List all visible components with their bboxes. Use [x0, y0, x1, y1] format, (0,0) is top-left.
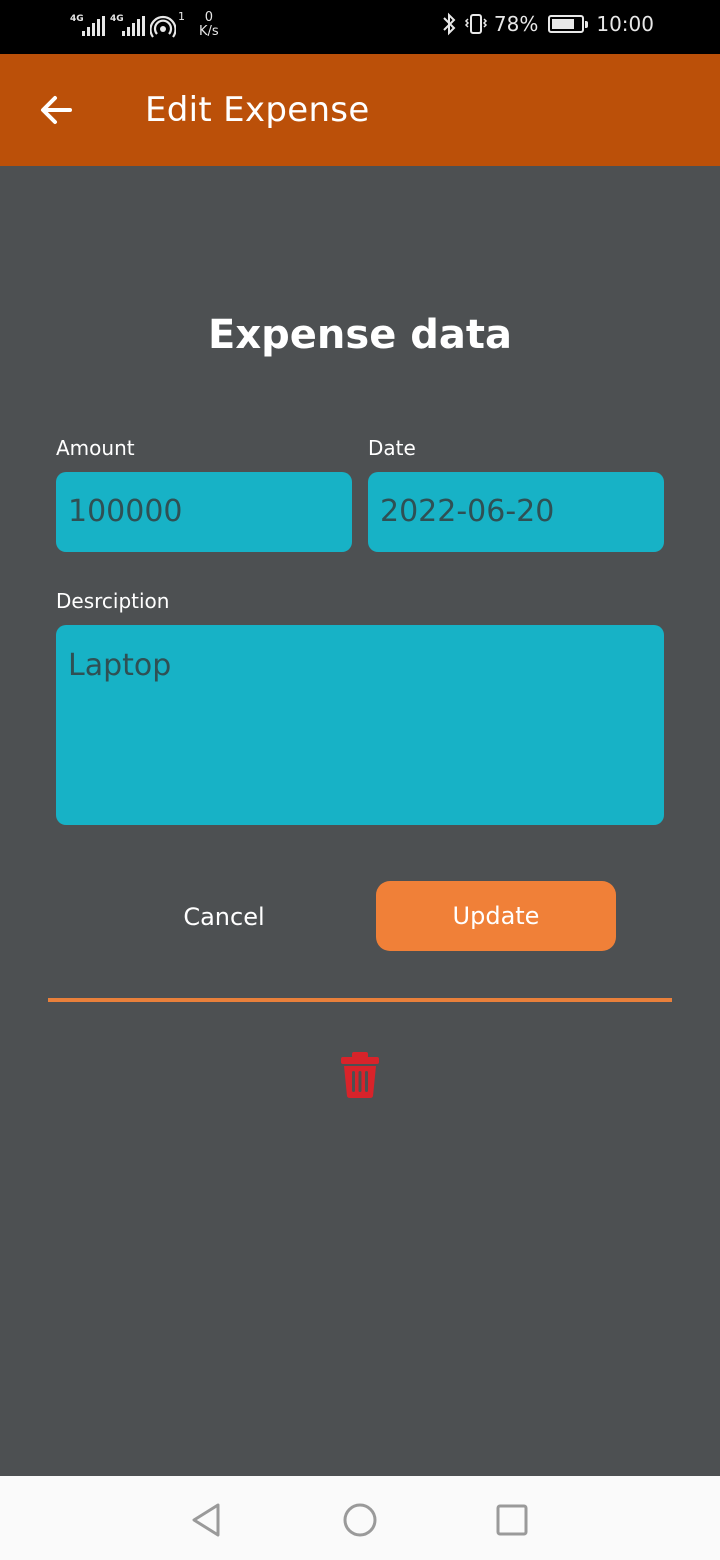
battery-percent: 78%	[493, 12, 539, 36]
network-speed: 0 K/s	[199, 11, 219, 39]
amount-field[interactable]	[56, 472, 352, 552]
status-left: 4G 4G 1 0 K/s	[70, 10, 219, 44]
triangle-back-icon[interactable]	[186, 1500, 226, 1540]
description-label: Desrciption	[56, 589, 170, 613]
signal-icon-2: 4G	[110, 10, 145, 40]
signal-icon-1: 4G	[70, 10, 105, 40]
divider	[48, 998, 672, 1002]
page-title: Edit Expense	[145, 90, 370, 130]
battery-icon	[548, 15, 589, 33]
status-right: 78% 10:00	[440, 12, 654, 36]
speed-unit: K/s	[199, 24, 219, 39]
square-recents-icon[interactable]	[492, 1500, 532, 1540]
trash-icon[interactable]	[340, 1050, 380, 1100]
circle-home-icon[interactable]	[340, 1500, 380, 1540]
speed-value: 0	[204, 10, 213, 25]
arrow-left-icon[interactable]	[36, 90, 76, 130]
sim-badge: 1	[178, 10, 185, 23]
status-bar: 4G 4G 1 0 K/s 78% 10:00	[0, 0, 720, 54]
hotspot-icon	[150, 15, 176, 38]
description-field[interactable]: Laptop	[56, 625, 664, 825]
app-bar: Edit Expense	[0, 54, 720, 166]
update-button[interactable]: Update	[376, 881, 616, 951]
date-label: Date	[368, 436, 416, 460]
amount-label: Amount	[56, 436, 135, 460]
date-field[interactable]	[368, 472, 664, 552]
vibrate-icon	[464, 14, 487, 34]
bluetooth-icon	[443, 12, 456, 36]
battery-fill	[552, 19, 575, 29]
cancel-button[interactable]: Cancel	[104, 882, 344, 952]
clock: 10:00	[596, 12, 654, 36]
section-title: Expense data	[208, 312, 512, 358]
system-nav-bar	[0, 1476, 720, 1560]
